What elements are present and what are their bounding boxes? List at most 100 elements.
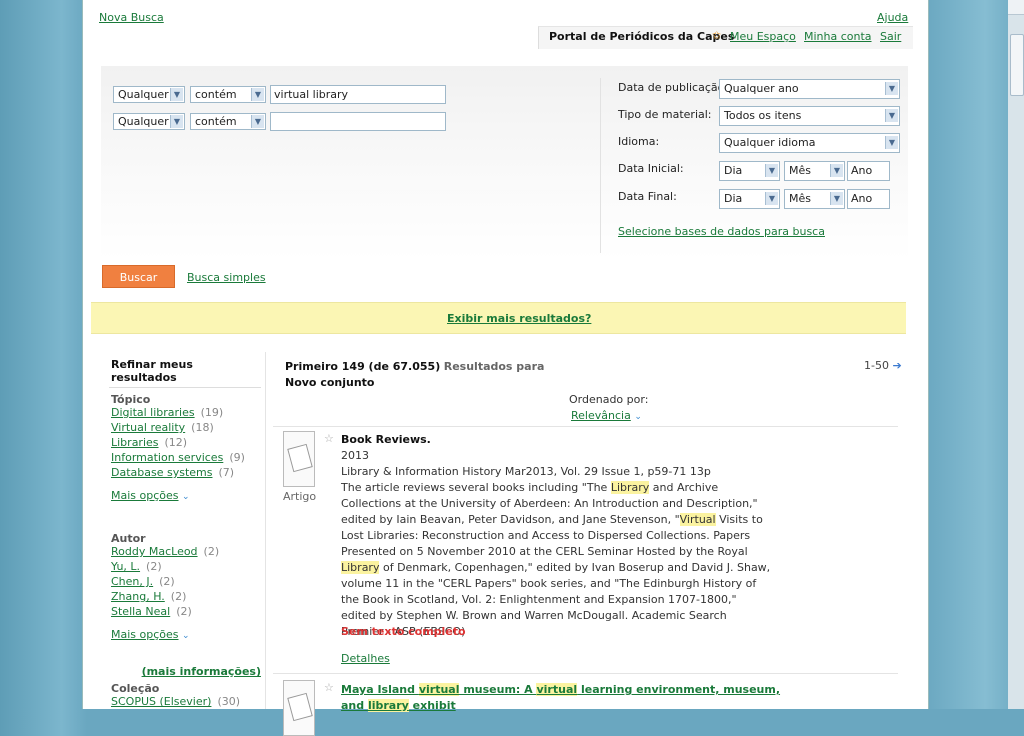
facet-item: Roddy MacLeod (2) xyxy=(109,545,261,560)
user-nav: Portal de Periódicos da Capes ✩ Meu Espa… xyxy=(538,26,913,49)
tipo-material-value: Todos os itens xyxy=(724,109,802,122)
mais-info-row: (mais informações) xyxy=(109,665,261,678)
field-select-2-value: Qualquer xyxy=(118,115,169,128)
result-body: 2013 Library & Information History Mar20… xyxy=(341,448,771,640)
data-final-mes-select[interactable]: Mês ▼ xyxy=(784,189,845,209)
scroll-up-button[interactable] xyxy=(1008,0,1024,15)
data-final-dia-select[interactable]: Dia ▼ xyxy=(719,189,780,209)
autor-heading: Autor xyxy=(111,532,146,545)
facet-author-link[interactable]: Yu, L. xyxy=(111,560,140,573)
sort-select[interactable]: Relevância ⌄ xyxy=(571,409,642,422)
minha-conta-link[interactable]: Minha conta xyxy=(804,30,872,43)
chevron-down-icon: ▼ xyxy=(765,192,778,205)
pager-range: 1-50 xyxy=(864,359,889,372)
mes-value: Mês xyxy=(789,192,811,205)
star-outline-icon[interactable]: ☆ xyxy=(324,432,334,445)
facet-topic-link[interactable]: Digital libraries xyxy=(111,406,195,419)
data-final-label: Data Final: xyxy=(618,190,677,203)
tipo-material-label: Tipo de material: xyxy=(618,108,712,121)
star-icon: ✩ xyxy=(712,29,722,42)
results-count: Primeiro 149 (de 67.055) xyxy=(285,360,441,373)
mais-opcoes-autor[interactable]: Mais opções ⌄ xyxy=(109,628,261,641)
facet-collection-link[interactable]: SCOPUS (Elsevier) xyxy=(111,695,211,708)
chevron-down-icon: ▼ xyxy=(885,109,898,122)
meu-espaco-link[interactable]: Meu Espaço xyxy=(730,30,796,43)
mais-opcoes-link[interactable]: Mais opções xyxy=(111,628,179,641)
facet-topic-link[interactable]: Database systems xyxy=(111,466,212,479)
search-input-2[interactable] xyxy=(270,112,446,131)
facet-item: Virtual reality (18) xyxy=(109,421,261,436)
field-select-2[interactable]: Qualquer ▼ xyxy=(113,113,185,130)
ajuda-link[interactable]: Ajuda xyxy=(877,11,908,24)
facet-count: (18) xyxy=(191,421,214,434)
data-inicial-dia-select[interactable]: Dia ▼ xyxy=(719,161,780,181)
facet-author-link[interactable]: Zhang, H. xyxy=(111,590,165,603)
detalhes-link[interactable]: Detalhes xyxy=(341,652,390,665)
facet-count: (2) xyxy=(203,545,220,558)
facet-author-link[interactable]: Roddy MacLeod xyxy=(111,545,198,558)
scroll-thumb[interactable] xyxy=(1010,34,1024,96)
data-inicial-ano-input[interactable]: Ano xyxy=(847,161,890,181)
facet-topic-link[interactable]: Information services xyxy=(111,451,223,464)
facet-author-link[interactable]: Stella Neal xyxy=(111,605,170,618)
chevron-down-icon: ▼ xyxy=(885,136,898,149)
dia-value: Dia xyxy=(724,164,743,177)
title-part: exhibit xyxy=(408,699,456,712)
facet-count: (19) xyxy=(200,406,224,419)
sort-value[interactable]: Relevância xyxy=(571,409,631,422)
window-scrollbar[interactable] xyxy=(1008,0,1024,709)
exibir-mais-link[interactable]: Exibir mais resultados? xyxy=(447,312,591,325)
topico-heading: Tópico xyxy=(111,393,151,406)
article-icon xyxy=(287,692,313,722)
tipo-material-select[interactable]: Todos os itens ▼ xyxy=(719,106,900,126)
mais-opcoes-topico[interactable]: Mais opções ⌄ xyxy=(109,489,261,502)
search-input-1[interactable]: virtual library xyxy=(270,85,446,104)
operator-select-2-value: contém xyxy=(195,115,237,128)
result-divider xyxy=(273,426,898,427)
article-icon xyxy=(287,443,313,473)
facet-item: Libraries (12) xyxy=(109,436,261,451)
operator-select-1[interactable]: contém ▼ xyxy=(190,86,266,103)
star-outline-icon[interactable]: ☆ xyxy=(324,681,334,694)
buscar-button[interactable]: Buscar xyxy=(102,265,175,288)
sair-link[interactable]: Sair xyxy=(880,30,901,43)
facet-count: (2) xyxy=(176,605,192,618)
busca-simples-link[interactable]: Busca simples xyxy=(187,271,266,284)
title-highlight: library xyxy=(367,699,409,712)
nova-busca-link[interactable]: Nova Busca xyxy=(99,11,164,24)
arrow-right-icon[interactable]: ➔ xyxy=(892,359,901,372)
facet-count: (2) xyxy=(170,590,187,603)
mes-value: Mês xyxy=(789,164,811,177)
facet-count: (9) xyxy=(229,451,245,464)
result-year: 2013 xyxy=(341,449,369,462)
facet-item: Zhang, H. (2) xyxy=(109,590,261,605)
idioma-value: Qualquer idioma xyxy=(724,136,816,149)
chevron-down-icon: ▼ xyxy=(885,82,898,95)
mais-opcoes-link[interactable]: Mais opções xyxy=(111,489,179,502)
chevron-down-icon: ▼ xyxy=(830,164,843,177)
mais-informacoes-link[interactable]: (mais informações) xyxy=(142,665,261,678)
chevron-down-icon: ▼ xyxy=(251,88,264,101)
idioma-select[interactable]: Qualquer idioma ▼ xyxy=(719,133,900,153)
facet-topic-link[interactable]: Libraries xyxy=(111,436,159,449)
chevron-down-icon: ▼ xyxy=(170,88,183,101)
field-select-1[interactable]: Qualquer ▼ xyxy=(113,86,185,103)
facet-count: (2) xyxy=(159,575,175,588)
panel-divider xyxy=(600,78,601,253)
result-title[interactable]: Maya Island virtual museum: A virtual le… xyxy=(341,682,781,714)
facet-count: (30) xyxy=(217,695,241,708)
operator-select-2[interactable]: contém ▼ xyxy=(190,113,266,130)
dia-value: Dia xyxy=(724,192,743,205)
facet-topic-link[interactable]: Virtual reality xyxy=(111,421,185,434)
facet-author-link[interactable]: Chen, J. xyxy=(111,575,153,588)
chevron-down-icon: ⌄ xyxy=(182,631,190,641)
selecione-bases-link[interactable]: Selecione bases de dados para busca xyxy=(618,225,825,238)
pager[interactable]: 1-50 ➔ xyxy=(864,359,902,372)
title-part: Maya Island xyxy=(341,683,419,696)
result-title[interactable]: Book Reviews. xyxy=(341,433,431,446)
data-final-ano-input[interactable]: Ano xyxy=(847,189,890,209)
data-inicial-mes-select[interactable]: Mês ▼ xyxy=(784,161,845,181)
results-for-label: Resultados para xyxy=(443,360,545,373)
data-publicacao-select[interactable]: Qualquer ano ▼ xyxy=(719,79,900,99)
column-divider xyxy=(265,352,266,709)
